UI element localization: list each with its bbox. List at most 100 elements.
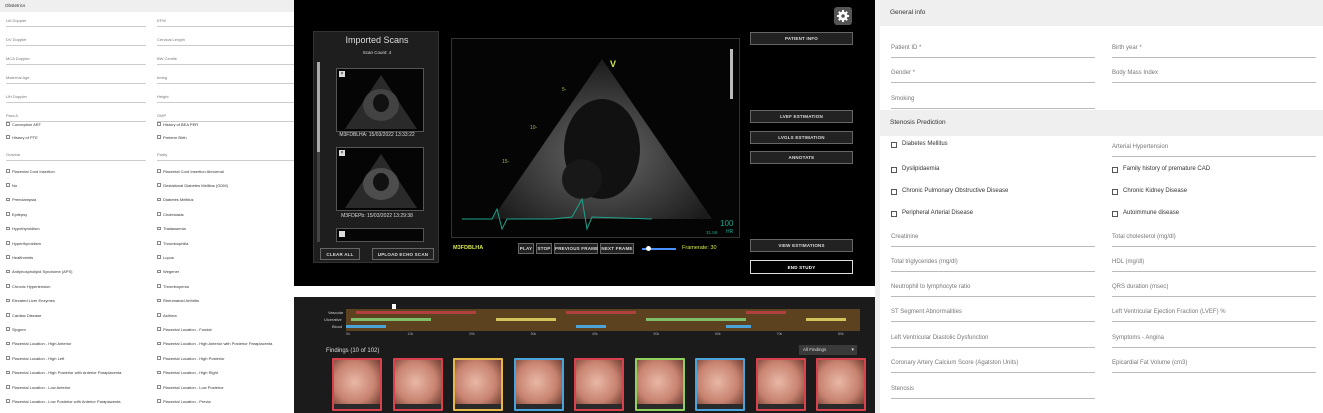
text-field[interactable]: Epicardial Fat Volume (cm3) (1112, 354, 1316, 380)
checkbox[interactable] (6, 169, 10, 173)
finding-thumbnail[interactable] (574, 358, 624, 411)
text-field[interactable]: Symptoms - Angina (1112, 329, 1316, 355)
checkbox[interactable] (157, 183, 161, 187)
checkbox-option[interactable]: Thrombophilia (157, 239, 294, 249)
checkbox[interactable] (6, 183, 10, 187)
checkbox[interactable] (157, 255, 161, 259)
checkbox[interactable] (6, 341, 10, 346)
checkbox[interactable] (6, 298, 10, 303)
text-field[interactable]: Body Mass Index (1112, 64, 1316, 90)
checkbox-option[interactable]: Placental Location - Previa (157, 397, 294, 407)
checkbox[interactable] (157, 298, 161, 303)
text-field[interactable]: Neutrophil to lymphocyte ratio (891, 278, 1095, 304)
checkbox-option[interactable]: Placental Location - Fundal (157, 325, 294, 335)
checkbox-option[interactable]: Dyslipidaemia (891, 165, 1101, 179)
remove-scan-icon[interactable] (339, 231, 345, 237)
text-field[interactable]: EFW (157, 15, 294, 33)
checkbox-option[interactable]: Conception ART (6, 120, 146, 130)
checkbox[interactable] (6, 122, 10, 126)
checkbox-option[interactable]: Family history of premature CAD (1112, 165, 1322, 179)
checkbox[interactable] (157, 241, 161, 245)
text-field[interactable]: Arterial Hypertension (1112, 138, 1316, 164)
checkbox-option[interactable]: Chronic Kidney Disease (1112, 187, 1322, 201)
checkbox[interactable] (157, 370, 161, 375)
finding-thumbnail[interactable] (634, 358, 685, 411)
checkbox-option[interactable]: Rheumatoid Arthritis (157, 297, 294, 307)
checkbox-option[interactable]: Placental Location - High Left (6, 354, 146, 364)
checkbox-option[interactable]: History of PTE (6, 133, 146, 143)
finding-thumbnail[interactable] (392, 358, 443, 411)
timeline[interactable] (346, 309, 860, 331)
checkbox[interactable] (6, 255, 10, 259)
checkbox-option[interactable]: Placental Location - High Anterior with … (157, 340, 294, 350)
view-estimations-button[interactable]: VIEW ESTIMATIONS (750, 239, 853, 252)
scan-thumbnail-2[interactable]: × (336, 147, 424, 211)
checkbox-option[interactable]: Autoimmune disease (1112, 209, 1322, 223)
text-field[interactable]: ST Segment Abnormalities (891, 303, 1095, 329)
checkbox[interactable] (6, 241, 10, 245)
checkbox-option[interactable]: Lupus (157, 253, 294, 263)
text-field[interactable]: HDL (mg/dl) (1112, 253, 1316, 279)
checkbox[interactable] (6, 399, 10, 403)
patient-info-button[interactable]: PATIENT INFO (750, 32, 853, 45)
checkbox[interactable] (157, 269, 161, 274)
text-field[interactable]: Total triglycerides (mg/dl) (891, 253, 1095, 279)
checkbox[interactable] (6, 226, 10, 231)
lvef-estimation-button[interactable]: LVEF ESTIMATION (750, 110, 853, 123)
checkbox[interactable] (891, 167, 897, 173)
checkbox[interactable] (157, 313, 161, 317)
text-field[interactable]: Stenosis (891, 380, 1095, 406)
text-field[interactable]: MCA Doppler (6, 53, 146, 71)
checkbox-option[interactable]: Hyperthyroidism (6, 239, 146, 249)
text-field[interactable]: UH Doppler (6, 91, 146, 109)
text-field[interactable]: Creatinine (891, 228, 1095, 254)
checkbox[interactable] (6, 313, 10, 317)
text-field[interactable]: QRS duration (msec) (1112, 278, 1316, 304)
checkbox-option[interactable]: Placental Location - Low Posterior with … (6, 397, 146, 407)
stop-button[interactable]: STOP (536, 243, 552, 254)
checkbox[interactable] (891, 189, 897, 195)
checkbox-option[interactable]: Placental Location - Low Anterior (6, 383, 146, 393)
checkbox-option[interactable]: Wegener (157, 268, 294, 278)
checkbox[interactable] (157, 169, 161, 173)
text-field[interactable]: DV Doppler (6, 34, 146, 52)
checkbox-option[interactable]: Chronic Pulmonary Obstructive Disease (891, 187, 1101, 201)
lvgls-estimation-button[interactable]: LVGLS ESTIMATION (750, 131, 853, 144)
text-field[interactable]: BW Centile (157, 53, 294, 71)
checkbox[interactable] (6, 284, 10, 288)
remove-scan-icon[interactable]: × (339, 71, 345, 77)
findings-filter-select[interactable]: All Findings ▾ (799, 345, 857, 355)
checkbox-option[interactable]: Healthmints (6, 253, 146, 263)
checkbox[interactable] (6, 356, 10, 360)
text-field[interactable]: Birth year * (1112, 39, 1316, 65)
next-frame-button[interactable]: NEXT FRAME (600, 243, 634, 254)
checkbox[interactable] (6, 212, 10, 216)
text-field[interactable]: UA Doppler (6, 15, 146, 33)
text-field[interactable]: Left Ventricular Diastolic Dysfunction (891, 329, 1095, 355)
checkbox[interactable] (157, 327, 161, 331)
playhead-marker[interactable] (392, 304, 396, 309)
checkbox[interactable] (891, 211, 897, 217)
checkbox-option[interactable]: Elevated Liver Enzymes (6, 297, 146, 307)
checkbox-option[interactable]: Antiphospholipid Syndrome (APS) (6, 268, 146, 278)
checkbox-option[interactable]: Diabetes Mellitus (891, 140, 1101, 154)
text-field[interactable]: Height (157, 91, 294, 109)
checkbox-option[interactable]: Thalassemia (157, 225, 294, 235)
scan-thumbnail-1[interactable]: × (336, 68, 424, 132)
checkbox-option[interactable]: Placental Location - High Posterior (157, 354, 294, 364)
checkbox[interactable] (157, 341, 161, 346)
end-study-button[interactable]: END STUDY (750, 260, 853, 274)
checkbox[interactable] (157, 122, 161, 126)
text-field[interactable]: Smoking (891, 90, 1095, 116)
scan-thumbnail-3[interactable] (336, 228, 424, 242)
checkbox-option[interactable]: Diabetes Mellitus (157, 196, 294, 206)
finding-thumbnail[interactable] (755, 358, 806, 411)
text-field[interactable]: Cervical Length (157, 34, 294, 52)
finding-thumbnail[interactable] (816, 358, 866, 411)
finding-thumbnail[interactable] (453, 358, 503, 411)
checkbox[interactable] (1112, 211, 1118, 217)
text-field[interactable]: bmbg (157, 72, 294, 90)
annotate-button[interactable]: ANNOTATE (750, 151, 853, 164)
echo-image-viewport[interactable]: V 5- 10- 15- 100 31.59 HR (451, 38, 740, 238)
text-field[interactable]: Left Ventricular Ejection Fraction (LVEF… (1112, 303, 1316, 329)
